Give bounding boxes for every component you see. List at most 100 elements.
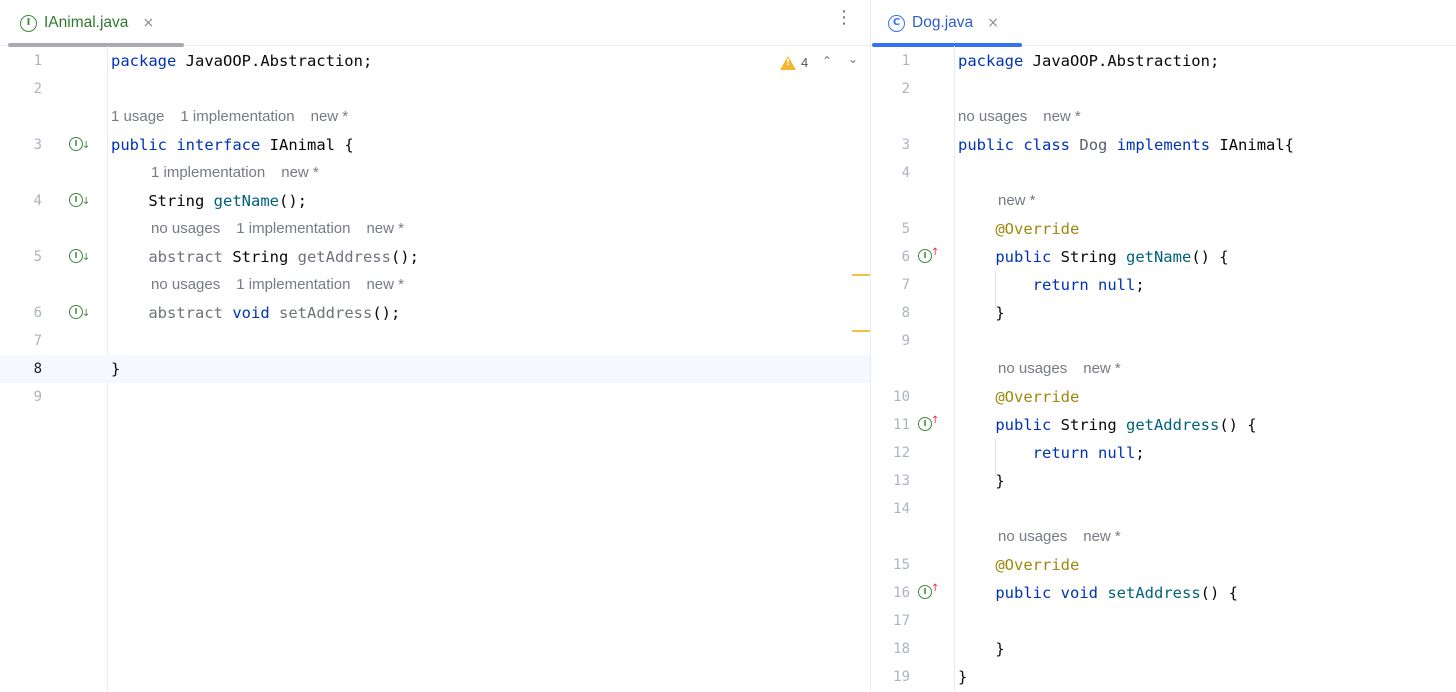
code-vision-hints[interactable]: 1 usage 1 implementation new * [111,103,364,131]
code-line[interactable]: 16 I ↑ public void setAddress() { [872,579,1456,607]
line-number[interactable]: 4 [872,159,910,187]
code-text[interactable]: abstract String getAddress(); [111,243,419,271]
implements-method-icon[interactable]: I ↑ [918,416,939,433]
left-code-editor[interactable]: 4 ⌃ ⌄ 1package JavaOOP.Abstraction;21 us… [0,46,871,692]
line-number[interactable]: 3 [0,131,42,159]
implements-method-icon[interactable]: I ↑ [918,248,939,265]
inlay-hint-row[interactable]: no usages new * [872,103,1456,131]
code-text[interactable]: } [958,635,1004,663]
line-number[interactable]: 11 [872,411,910,439]
code-line[interactable]: 7 return null; [872,271,1456,299]
code-vision-hint[interactable]: no usages [958,108,1027,125]
pane-divider[interactable] [870,0,871,692]
code-text[interactable]: @Override [958,383,1079,411]
code-vision-hint[interactable]: 1 usage [111,108,164,125]
code-line[interactable]: 1 package JavaOOP.Abstraction; [872,47,1456,75]
line-number[interactable]: 13 [872,467,910,495]
line-number[interactable]: 3 [872,131,910,159]
implemented-interface-icon[interactable]: I ↓ [69,193,90,209]
line-number[interactable]: 8 [0,355,42,383]
code-line[interactable]: 18 } [872,635,1456,663]
inlay-hint-row[interactable]: 1 usage 1 implementation new * [0,103,871,131]
code-line[interactable]: 12 return null; [872,439,1456,467]
code-vision-hint[interactable]: new * [311,108,349,125]
implemented-interface-icon[interactable]: I ↓ [69,137,90,153]
code-line[interactable]: 14 [872,495,1456,523]
code-text[interactable]: } [958,299,1004,327]
code-vision-hint[interactable]: new * [1083,528,1121,545]
code-vision-hints[interactable]: no usages 1 implementation new * [151,271,420,299]
line-number[interactable]: 1 [0,47,42,75]
code-vision-hint[interactable]: new * [366,276,404,293]
code-vision-hint[interactable]: no usages [151,276,220,293]
code-text[interactable]: public class Dog implements IAnimal{ [958,131,1294,159]
code-text[interactable]: @Override [958,215,1079,243]
more-options-icon[interactable]: ⋮ [835,9,853,27]
code-line[interactable]: 9 [872,327,1456,355]
code-line[interactable]: 11 I ↑ public String getAddress() { [872,411,1456,439]
implements-method-icon[interactable]: I ↑ [918,584,939,601]
inlay-hint-row[interactable]: no usages 1 implementation new * [0,215,871,243]
tab-dog-java[interactable]: C Dog.java × [872,0,1022,47]
inlay-hint-row[interactable]: new * [872,187,1456,215]
code-line[interactable]: 13 } [872,467,1456,495]
line-number[interactable]: 5 [872,215,910,243]
code-line[interactable]: 7 [0,327,871,355]
code-line[interactable]: 5 @Override [872,215,1456,243]
inlay-hint-row[interactable]: no usages new * [872,355,1456,383]
code-vision-hint[interactable]: 1 implementation [236,220,350,237]
code-line[interactable]: 2 [0,75,871,103]
line-number[interactable]: 15 [872,551,910,579]
line-number[interactable]: 6 [872,243,910,271]
line-number[interactable]: 16 [872,579,910,607]
code-text[interactable]: public interface IAnimal { [111,131,354,159]
code-vision-hint[interactable]: 1 implementation [151,164,265,181]
code-text[interactable]: } [958,467,1004,495]
code-text[interactable]: package JavaOOP.Abstraction; [958,47,1219,75]
code-vision-hints[interactable]: no usages new * [998,523,1137,551]
code-line[interactable]: 6 I ↑ public String getName() { [872,243,1456,271]
line-number[interactable]: 1 [872,47,910,75]
code-vision-hint[interactable]: no usages [998,360,1067,377]
code-line[interactable]: 5 I ↓ abstract String getAddress(); [0,243,871,271]
line-number[interactable]: 5 [0,243,42,271]
code-line[interactable]: 4 I ↓ String getName(); [0,187,871,215]
code-text[interactable]: public void setAddress() { [958,579,1238,607]
code-vision-hint[interactable]: 1 implementation [236,276,350,293]
right-code-editor[interactable]: 1 package JavaOOP.Abstraction; 2 no usages n… [872,46,1456,692]
code-line[interactable]: 19} [872,663,1456,691]
code-text[interactable]: package JavaOOP.Abstraction; [111,47,372,75]
code-text[interactable]: String getName(); [111,187,307,215]
line-number[interactable]: 2 [0,75,42,103]
code-vision-hint[interactable]: no usages [151,220,220,237]
line-number[interactable]: 8 [872,299,910,327]
code-vision-hints[interactable]: new * [998,187,1052,215]
close-icon[interactable]: × [142,16,154,30]
code-text[interactable]: return null; [958,439,1145,467]
code-vision-hints[interactable]: no usages 1 implementation new * [151,215,420,243]
code-vision-hints[interactable]: no usages new * [958,103,1097,131]
code-line[interactable]: 3 I ↓ public interface IAnimal { [0,131,871,159]
code-vision-hints[interactable]: no usages new * [998,355,1137,383]
inlay-hint-row[interactable]: no usages 1 implementation new * [0,271,871,299]
line-number[interactable]: 17 [872,607,910,635]
code-vision-hint[interactable]: no usages [998,528,1067,545]
tab-ianimal-java[interactable]: I IAnimal.java × [4,0,184,47]
line-number[interactable]: 4 [0,187,42,215]
line-number[interactable]: 7 [0,327,42,355]
line-number[interactable]: 9 [872,327,910,355]
code-line[interactable]: 17 [872,607,1456,635]
code-vision-hint[interactable]: new * [998,192,1036,209]
code-line[interactable]: 15 @Override [872,551,1456,579]
code-line[interactable]: 9 [0,383,871,411]
line-number[interactable]: 2 [872,75,910,103]
code-text[interactable]: return null; [958,271,1145,299]
code-vision-hint[interactable]: new * [281,164,319,181]
inlay-hint-row[interactable]: 1 implementation new * [0,159,871,187]
code-text[interactable]: @Override [958,551,1079,579]
code-vision-hint[interactable]: new * [1083,360,1121,377]
code-line[interactable]: 8} [0,355,871,383]
line-number[interactable]: 10 [872,383,910,411]
code-text[interactable]: abstract void setAddress(); [111,299,400,327]
code-line[interactable]: 10 @Override [872,383,1456,411]
